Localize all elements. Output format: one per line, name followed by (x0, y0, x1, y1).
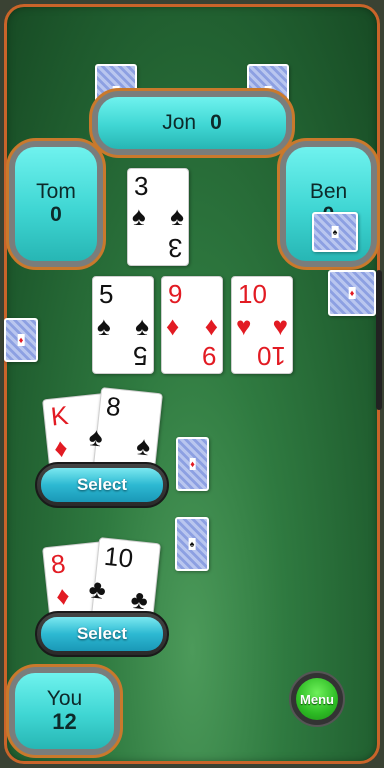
card-suit-icon: ♠ (132, 201, 146, 231)
card-rank: 8 (49, 548, 67, 580)
card-back-mid-2: ♠ (175, 517, 209, 571)
side-edge-bar (376, 270, 382, 410)
card-rank-inverted: 5 (132, 341, 147, 371)
card-rank-inverted: 10 (257, 341, 286, 371)
player-name-ben: Ben (309, 180, 348, 203)
card-back-ben: ♠ (312, 212, 358, 252)
player-panel-you: You 12 (6, 664, 123, 758)
card-rank: 8 (104, 390, 123, 423)
select-button-lower[interactable]: Select (35, 611, 169, 657)
card-suit-icon: ♥ (236, 311, 252, 341)
card-back-pip-icon: ♦ (189, 458, 196, 470)
card-back-pip-icon: ♠ (188, 538, 196, 550)
select-button-upper[interactable]: Select (35, 462, 169, 508)
table-card-top: 3 ♠ ♠ 3 (127, 168, 189, 266)
card-suit-icon: ♠ (135, 430, 152, 462)
card-suit-icon: ♦ (204, 311, 218, 341)
card-rank: 10 (102, 540, 135, 574)
card-rank: 9 (168, 279, 183, 309)
player-panel-jon: Jon 0 (89, 88, 295, 158)
card-rank-inverted: 9 (201, 341, 216, 371)
player-name-you: You (46, 687, 83, 710)
table-card-center-1[interactable]: 5 ♠ ♠ 5 (92, 276, 154, 374)
player-name-tom: Tom (36, 180, 76, 203)
card-rank-inverted: 3 (167, 233, 182, 263)
card-rank: K (49, 399, 70, 432)
card-back-left-side: ♦ (4, 318, 38, 362)
card-suit-icon: ♦ (52, 432, 70, 464)
card-back-mid-1: ♦ (176, 437, 209, 491)
card-suit-icon: ♦ (54, 579, 72, 612)
select-button-label: Select (41, 617, 163, 651)
player-panel-tom: Tom 0 (6, 138, 106, 270)
card-suit-icon: ♦ (166, 311, 180, 341)
card-suit-icon: ♠ (135, 311, 149, 341)
card-suit-icon: ♠ (87, 421, 105, 453)
card-suit-icon: ♣ (87, 573, 108, 605)
card-back-pip-icon: ♠ (331, 226, 339, 238)
card-suit-icon: ♣ (129, 583, 150, 616)
card-suit-icon: ♥ (272, 311, 288, 341)
card-back-right-side: ♦ (328, 270, 376, 316)
table-card-center-3[interactable]: 10 ♥ ♥ 10 (231, 276, 293, 374)
table-card-center-2[interactable]: 9 ♦ ♦ 9 (161, 276, 223, 374)
player-name-jon: Jon (162, 111, 197, 134)
card-back-pip-icon: ♦ (17, 334, 25, 346)
card-rank: 5 (99, 279, 114, 309)
select-button-label: Select (41, 468, 163, 502)
menu-button[interactable]: Menu (289, 671, 345, 727)
card-suit-icon: ♠ (97, 311, 111, 341)
card-rank: 10 (238, 279, 267, 309)
player-score-jon: 0 (210, 111, 222, 134)
player-score-tom: 0 (50, 203, 62, 226)
card-suit-icon: ♠ (170, 201, 184, 231)
card-rank: 3 (134, 171, 149, 201)
player-score-you: 12 (52, 709, 77, 734)
menu-button-label: Menu (296, 678, 338, 720)
card-back-pip-icon: ♦ (348, 287, 356, 299)
